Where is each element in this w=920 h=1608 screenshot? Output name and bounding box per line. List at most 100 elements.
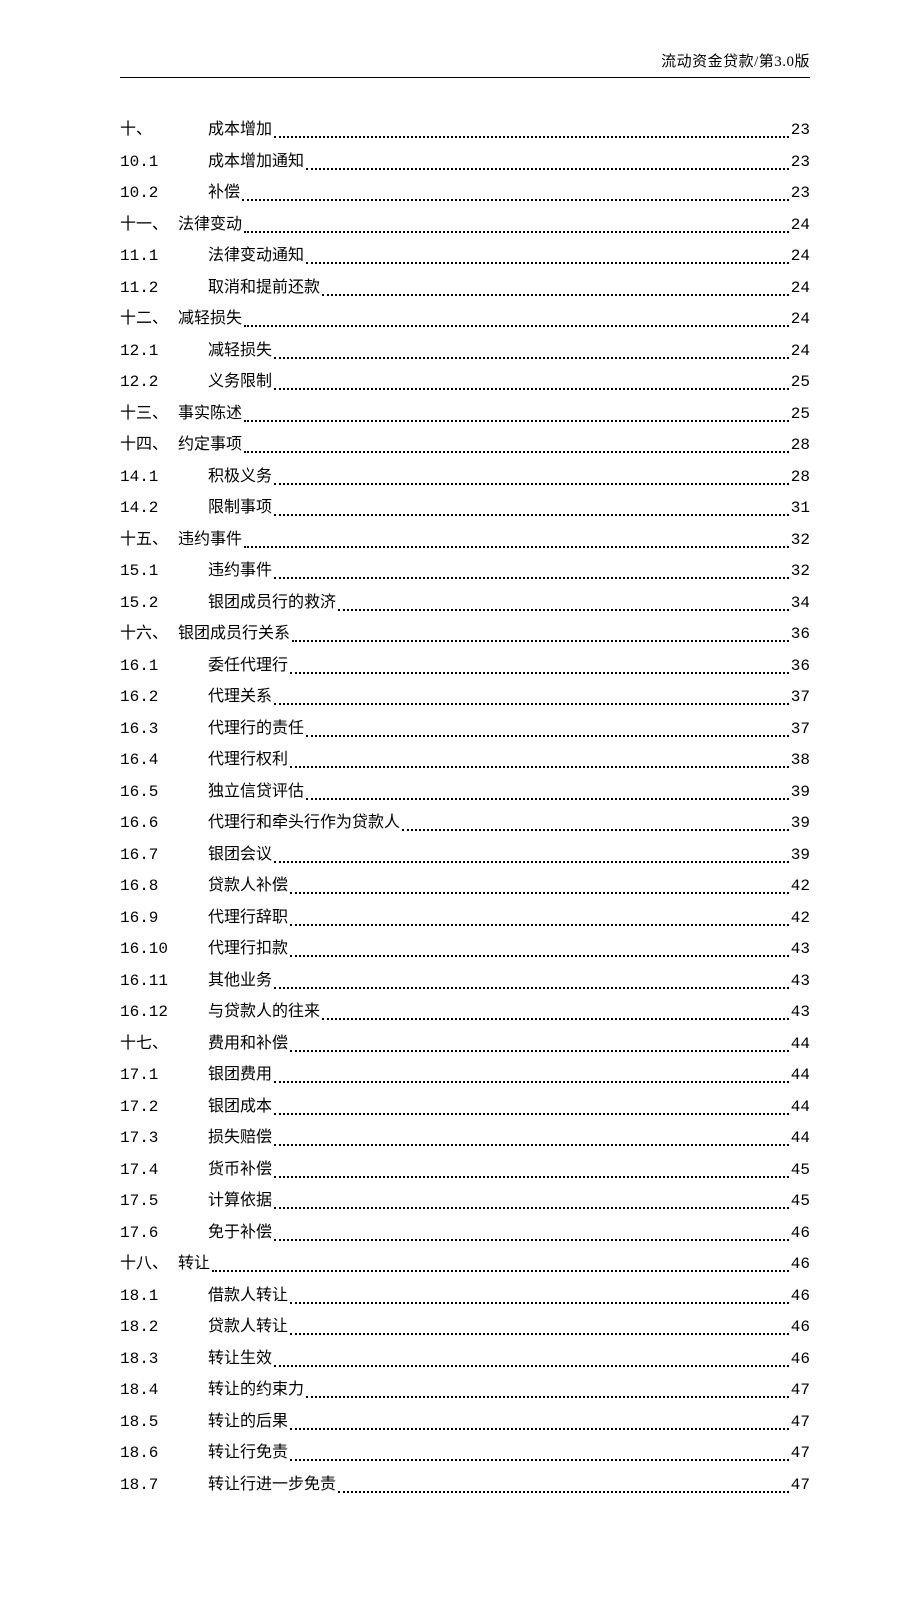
toc-page-number: 24 [791, 213, 810, 237]
toc-title-wrap: 转让46 [178, 1252, 810, 1276]
toc-title: 补偿 [208, 181, 240, 205]
toc-title: 费用和补偿 [208, 1032, 288, 1056]
toc-row: 12.1减轻损失24 [120, 339, 810, 363]
toc-number: 18.2 [120, 1315, 208, 1339]
toc-title-wrap: 费用和补偿 44 [208, 1032, 810, 1056]
toc-row: 16.5独立信贷评估39 [120, 780, 810, 804]
toc-leader-dots [212, 1252, 789, 1272]
toc-title-wrap: 贷款人转让46 [208, 1315, 810, 1339]
toc-row: 15.1违约事件32 [120, 559, 810, 583]
toc-number: 16.4 [120, 748, 208, 772]
toc-row: 十五、违约事件32 [120, 528, 810, 552]
toc-leader-dots [274, 685, 789, 705]
toc-leader-dots [290, 874, 789, 894]
toc-leader-dots [290, 654, 789, 674]
toc-title: 银团费用 [208, 1063, 272, 1087]
toc-number: 十七、 [120, 1032, 208, 1056]
toc-title: 代理行的责任 [208, 717, 304, 741]
toc-title-wrap: 转让生效46 [208, 1347, 810, 1371]
toc-page-number: 44 [791, 1095, 810, 1119]
toc-row: 十三、事实陈述25 [120, 402, 810, 426]
toc-number: 16.9 [120, 906, 208, 930]
toc-page-number: 42 [791, 906, 810, 930]
toc-title-wrap: 贷款人补偿42 [208, 874, 810, 898]
toc-number: 16.8 [120, 874, 208, 898]
toc-leader-dots [274, 496, 789, 516]
toc-row: 18.7转让行进一步免责47 [120, 1473, 810, 1497]
toc-title: 积极义务 [208, 465, 272, 489]
toc-row: 18.4转让的约束力47 [120, 1378, 810, 1402]
toc-number: 16.2 [120, 685, 208, 709]
toc-number: 十三、 [120, 402, 178, 426]
document-page: 流动资金贷款/第3.0版 十、成本增加2310.1成本增加通知2310.2补偿2… [0, 0, 920, 1564]
toc-page-number: 23 [791, 181, 810, 205]
toc-number: 17.6 [120, 1221, 208, 1245]
toc-number: 18.1 [120, 1284, 208, 1308]
toc-title-wrap: 银团成本 44 [208, 1095, 810, 1119]
toc-page-number: 24 [791, 276, 810, 300]
toc-row: 18.2贷款人转让46 [120, 1315, 810, 1339]
toc-title: 贷款人补偿 [208, 874, 288, 898]
toc-page-number: 34 [791, 591, 810, 615]
toc-number: 11.2 [120, 276, 208, 300]
toc-page-number: 24 [791, 339, 810, 363]
toc-number: 十六、 [120, 622, 178, 646]
toc-title-wrap: 其他业务43 [208, 969, 810, 993]
toc-page-number: 36 [791, 654, 810, 678]
toc-number: 16.1 [120, 654, 208, 678]
toc-number: 10.1 [120, 150, 208, 174]
toc-leader-dots [274, 1095, 789, 1115]
toc-row: 11.2取消和提前还款24 [120, 276, 810, 300]
toc-title: 转让行免责 [208, 1441, 288, 1465]
toc-title-wrap: 转让的约束力 47 [208, 1378, 810, 1402]
toc-row: 17.5计算依据45 [120, 1189, 810, 1213]
toc-title-wrap: 银团成员行关系36 [178, 622, 810, 646]
toc-number: 18.5 [120, 1410, 208, 1434]
toc-page-number: 46 [791, 1284, 810, 1308]
toc-row: 14.1积极义务28 [120, 465, 810, 489]
toc-leader-dots [274, 1063, 789, 1083]
toc-row: 17.2银团成本 44 [120, 1095, 810, 1119]
toc-title-wrap: 货币补偿 45 [208, 1158, 810, 1182]
toc-number: 17.2 [120, 1095, 208, 1119]
toc-title: 约定事项 [178, 433, 242, 457]
toc-title-wrap: 代理行辞职42 [208, 906, 810, 930]
toc-title: 银团成员行关系 [178, 622, 290, 646]
toc-title-wrap: 银团成员行的救济34 [208, 591, 810, 615]
toc-title: 限制事项 [208, 496, 272, 520]
toc-title-wrap: 银团费用44 [208, 1063, 810, 1087]
toc-leader-dots [274, 1221, 789, 1241]
toc-row: 12.2义务限制25 [120, 370, 810, 394]
toc-title-wrap: 成本增加通知23 [208, 150, 810, 174]
toc-row: 16.1委任代理行36 [120, 654, 810, 678]
toc-title: 货币补偿 [208, 1158, 272, 1182]
toc-page-number: 45 [791, 1158, 810, 1182]
toc-title: 成本增加通知 [208, 150, 304, 174]
toc-leader-dots [274, 969, 789, 989]
toc-row: 十、成本增加23 [120, 118, 810, 142]
toc-page-number: 44 [791, 1032, 810, 1056]
toc-number: 16.11 [120, 969, 208, 993]
toc-leader-dots [322, 276, 789, 296]
toc-page-number: 47 [791, 1378, 810, 1402]
toc-leader-dots [242, 181, 789, 201]
toc-title-wrap: 转让行进一步免责47 [208, 1473, 810, 1497]
toc-number: 15.1 [120, 559, 208, 583]
toc-title: 转让 [178, 1252, 210, 1276]
toc-title: 银团成本 [208, 1095, 272, 1119]
toc-leader-dots [274, 1158, 789, 1178]
toc-number: 十八、 [120, 1252, 178, 1276]
toc-page-number: 46 [791, 1347, 810, 1371]
toc-page-number: 39 [791, 811, 810, 835]
toc-page-number: 44 [791, 1126, 810, 1150]
toc-leader-dots [274, 1126, 789, 1146]
toc-title-wrap: 违约事件32 [208, 559, 810, 583]
toc-title-wrap: 代理行和牵头行作为贷款人39 [208, 811, 810, 835]
toc-leader-dots [244, 213, 789, 233]
toc-row: 16.8贷款人补偿42 [120, 874, 810, 898]
toc-title: 转让的约束力 [208, 1378, 304, 1402]
toc-title-wrap: 转让行免责47 [208, 1441, 810, 1465]
toc-row: 十七、费用和补偿 44 [120, 1032, 810, 1056]
toc-title-wrap: 代理行扣款43 [208, 937, 810, 961]
toc-page-number: 45 [791, 1189, 810, 1213]
